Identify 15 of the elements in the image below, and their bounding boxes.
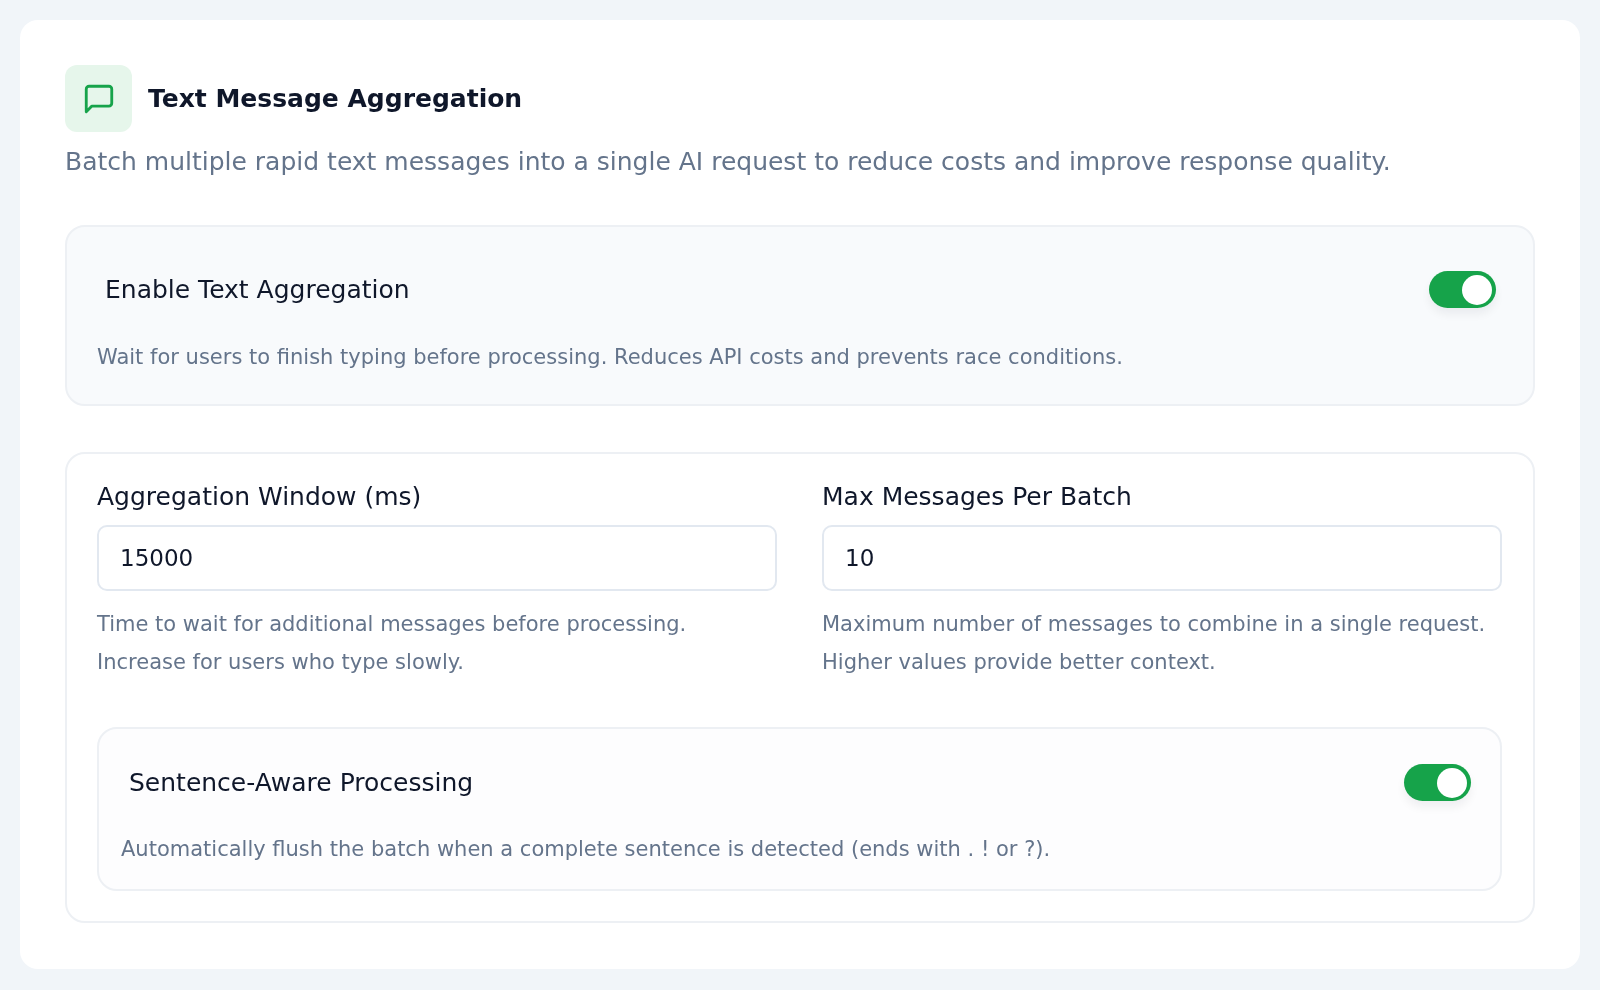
setting-description: Automatically flush the batch when a complete sentence is detected (ends with . ! or ?). bbox=[121, 836, 1052, 863]
chat-bubble-icon bbox=[65, 65, 132, 132]
field-help-text: Maximum number of messages to combine in a single request. Higher values provide better context. bbox=[822, 611, 1487, 676]
setting-label: Enable Text Aggregation bbox=[105, 275, 410, 304]
section-title: Text Message Aggregation bbox=[148, 84, 523, 113]
section-description: Batch multiple rapid text messages into a single AI request to reduce costs and improve response quality. bbox=[65, 146, 1392, 178]
toggle-switch[interactable] bbox=[1429, 271, 1496, 308]
setting-label: Sentence-Aware Processing bbox=[129, 768, 474, 797]
field-help-text: Time to wait for additional messages before processing. Increase for users who type slowly. bbox=[97, 611, 688, 676]
input-field[interactable]: 15000 bbox=[97, 525, 777, 591]
toggle-switch[interactable] bbox=[1404, 764, 1471, 801]
field-label: Aggregation Window (ms) bbox=[97, 481, 423, 513]
field-label: Max Messages Per Batch bbox=[822, 481, 1133, 513]
setting-description: Wait for users to finish typing before processing. Reduces API costs and prevents race conditions. bbox=[97, 344, 1124, 371]
input-field[interactable]: 10 bbox=[822, 525, 1502, 591]
